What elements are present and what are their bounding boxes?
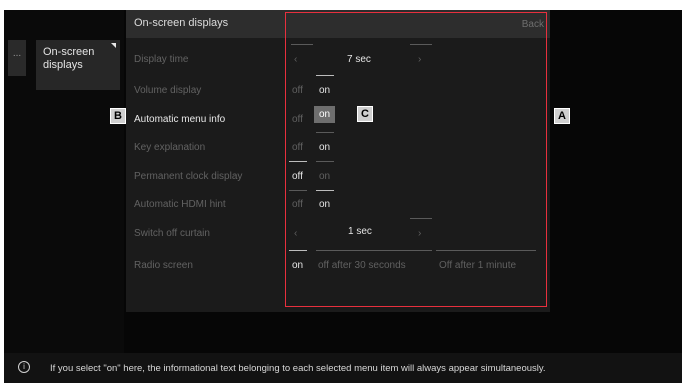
callout-label-b: B bbox=[110, 108, 126, 124]
row-label-automatic-menu-info: Automatic menu info bbox=[134, 114, 226, 125]
nav-item-previous[interactable]: ... bbox=[8, 40, 26, 76]
row-label-automatic-hdmi-hint: Automatic HDMI hint bbox=[134, 199, 226, 210]
row-label-key-explanation: Key explanation bbox=[134, 142, 206, 153]
callout-label-a: A bbox=[554, 108, 570, 124]
row-label-volume-display: Volume display bbox=[134, 85, 202, 96]
nav-item-on-screen-displays[interactable]: On-screen displays bbox=[36, 40, 120, 90]
row-label-radio-screen: Radio screen bbox=[134, 260, 193, 271]
row-label-switch-off-curtain: Switch off curtain bbox=[134, 228, 210, 239]
nav-item-label: On-screen displays bbox=[43, 46, 95, 71]
row-label-display-time: Display time bbox=[134, 54, 189, 65]
corner-marker-icon bbox=[111, 43, 116, 48]
menu-title: On-screen displays bbox=[134, 17, 229, 29]
callout-box-a bbox=[285, 12, 547, 307]
info-text: If you select "on" here, the information… bbox=[50, 363, 546, 374]
info-bar: i If you select "on" here, the informati… bbox=[4, 353, 682, 383]
callout-label-c: C bbox=[357, 106, 373, 122]
tv-screen: ... On-screen displays On-screen display… bbox=[4, 10, 682, 383]
side-navigation: ... On-screen displays bbox=[4, 10, 124, 383]
info-icon: i bbox=[18, 361, 30, 373]
row-label-permanent-clock-display: Permanent clock display bbox=[134, 171, 243, 182]
